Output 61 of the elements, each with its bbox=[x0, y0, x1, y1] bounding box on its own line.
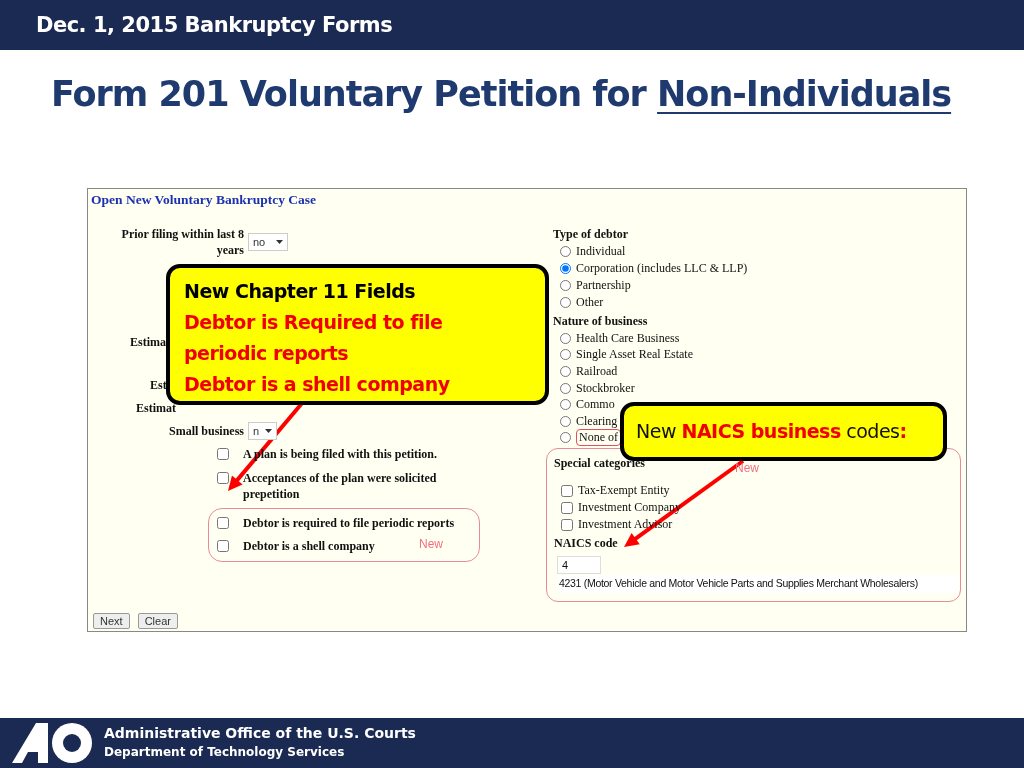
checkbox[interactable] bbox=[217, 472, 229, 484]
new-note: New bbox=[419, 537, 443, 551]
radio-button[interactable] bbox=[560, 332, 571, 344]
input-field[interactable]: 4 bbox=[557, 556, 601, 575]
checkbox[interactable] bbox=[217, 540, 229, 552]
field-label: Prior filing within last 8 years bbox=[120, 226, 244, 258]
radio-label: Commo bbox=[576, 397, 615, 413]
radio-label: Partnership bbox=[576, 278, 631, 293]
radio-label: Corporation (includes LLC & LLP) bbox=[576, 261, 748, 276]
radio-label: Individual bbox=[576, 244, 626, 259]
radio-button[interactable] bbox=[560, 432, 571, 444]
checkbox[interactable] bbox=[561, 518, 573, 531]
section-heading: Type of debtor bbox=[553, 226, 629, 243]
form-button[interactable]: Next bbox=[93, 613, 130, 629]
radio-label: Stockbroker bbox=[576, 380, 635, 396]
field-label: Estimat bbox=[135, 399, 176, 416]
radio-label: Other bbox=[576, 295, 604, 310]
section-heading: NAICS code bbox=[554, 535, 618, 553]
slide-title: Form 201 Voluntary Petition for Non-Individuals bbox=[51, 74, 953, 114]
radio-label: Health Care Business bbox=[576, 330, 680, 346]
checkbox[interactable] bbox=[561, 484, 573, 497]
dropdown[interactable]: no bbox=[248, 233, 288, 251]
caret-icon bbox=[276, 240, 283, 244]
radio-button[interactable] bbox=[560, 280, 571, 291]
callout-heading: New Chapter 11 Fields bbox=[184, 279, 417, 304]
checkbox[interactable] bbox=[217, 448, 229, 460]
radio-button[interactable] bbox=[560, 246, 571, 257]
caret-icon bbox=[265, 429, 273, 433]
form-title: Open New Voluntary Bankruptcy Case bbox=[90, 191, 318, 209]
callout-text: New NAICS business codes: bbox=[636, 419, 908, 444]
naics-match[interactable]: 4231 (Motor Vehicle and Motor Vehicle Parts and Supplies Merchant Wholesalers) bbox=[557, 575, 959, 594]
footer-text: Administrative Office of the U.S. Courts bbox=[104, 724, 416, 743]
callout-item: Debtor is Required to file periodic reports bbox=[184, 310, 444, 366]
callout-item: Debtor is a shell company bbox=[184, 372, 451, 397]
radio-button[interactable] bbox=[560, 297, 571, 308]
field-label: Est bbox=[149, 376, 167, 393]
footer-text: Department of Technology Services bbox=[104, 744, 346, 761]
radio-button[interactable] bbox=[560, 263, 571, 274]
radio-label: Clearing bbox=[576, 413, 618, 429]
radio-button[interactable] bbox=[560, 399, 571, 411]
header-title: Dec. 1, 2015 Bankruptcy Forms bbox=[36, 13, 393, 37]
section-heading: Nature of business bbox=[553, 313, 648, 330]
new-note: New bbox=[735, 461, 759, 476]
radio-button[interactable] bbox=[560, 366, 571, 377]
radio-label: Single Asset Real Estate bbox=[576, 347, 693, 363]
checkbox[interactable] bbox=[217, 517, 229, 529]
field-label: Estima bbox=[129, 333, 166, 350]
dropdown[interactable]: n bbox=[248, 422, 278, 440]
radio-label: Railroad bbox=[576, 364, 618, 379]
checkbox-label: Debtor is a shell company bbox=[243, 538, 375, 554]
field-label: Small business bbox=[167, 423, 244, 439]
section-heading: Special categories bbox=[554, 455, 645, 473]
checkbox-label: Debtor is required to file periodic reports bbox=[243, 515, 455, 531]
radio-button[interactable] bbox=[560, 382, 571, 394]
logo-icon bbox=[10, 722, 94, 764]
radio-button[interactable] bbox=[560, 349, 571, 361]
radio-button[interactable] bbox=[560, 415, 571, 427]
form-button[interactable]: Clear bbox=[137, 613, 178, 629]
checkbox-label: Acceptances of the plan were solicited prepetition bbox=[243, 470, 438, 502]
checkbox-label: Tax-Exempt Entity bbox=[578, 483, 670, 499]
checkbox[interactable] bbox=[561, 501, 573, 514]
